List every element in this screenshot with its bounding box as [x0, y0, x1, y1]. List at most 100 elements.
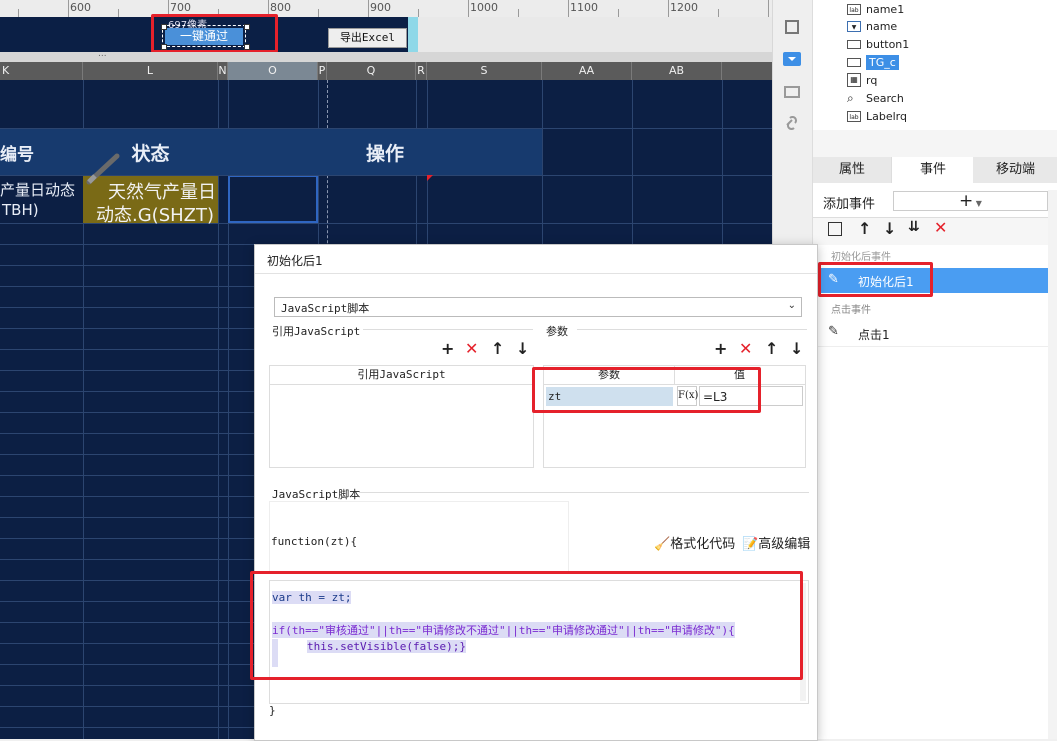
ref-js-table[interactable]: 引用JavaScript [269, 365, 534, 468]
column-header[interactable]: AA [542, 62, 632, 80]
ruler-label: 800 [270, 1, 291, 14]
ruler-label: 600 [70, 1, 91, 14]
section-after-init: 初始化后事件 [831, 252, 891, 263]
search-icon: ⌕ [847, 90, 854, 105]
ruler-label: 900 [370, 1, 391, 14]
format-code-button[interactable]: 🧹格式化代码 [654, 533, 735, 552]
param-col-value: 值 [674, 366, 805, 385]
param-name-cell[interactable]: zt [546, 387, 673, 406]
move-up-icon[interactable]: ↑ [765, 339, 778, 358]
script-type-select[interactable]: JavaScript脚本 ⌄ [274, 297, 802, 317]
row1-status-text-2: 动态.G(SHZT) [96, 205, 215, 226]
tree-item-button1[interactable]: button1 [847, 35, 909, 53]
js-script-label: JavaScript脚本 [272, 488, 361, 501]
tab-mobile[interactable]: 移动端 [973, 157, 1057, 183]
export-excel-button[interactable]: 导出Excel [328, 28, 407, 48]
copy-icon[interactable] [828, 222, 842, 236]
code-line-2: if(th=="审核通过"||th=="申请修改不通过"||th=="申请修改通… [272, 622, 735, 638]
add-ref-icon[interactable]: + [441, 339, 454, 358]
params-table[interactable]: 参数 值 zt F(x) =L3 [543, 365, 806, 468]
broom-icon: 🧹 [654, 537, 671, 552]
column-header[interactable]: O [228, 62, 318, 80]
tree-item-label: Labelrq [866, 109, 907, 123]
header-operation: 操作 [365, 143, 404, 165]
ruler-label: 1200 [670, 1, 698, 14]
column-header[interactable]: S [427, 62, 542, 80]
event-item-label: 初始化后1 [858, 275, 914, 289]
event-item-label: 点击1 [858, 328, 890, 342]
column-header[interactable]: AB [632, 62, 722, 80]
tree-item-rq[interactable]: ▦ rq [847, 71, 877, 89]
tree-item-tg-c[interactable]: TG_c [847, 53, 899, 71]
tree-item-label: name [866, 19, 898, 33]
splitter-bar[interactable] [0, 52, 772, 62]
tree-item-name[interactable]: ▼ name [847, 17, 897, 35]
move-down-icon[interactable]: ↓ [883, 219, 896, 238]
combo-icon: ▼ [847, 20, 861, 32]
horizontal-ruler: 600 700 800 900 1000 1100 1200 [0, 0, 772, 18]
tree-item-search[interactable]: ⌕ Search [847, 89, 904, 107]
column-header[interactable]: N [218, 62, 228, 80]
column-header[interactable]: Q [327, 62, 416, 80]
textbox-icon [847, 57, 861, 67]
header-id: 编号 [0, 145, 34, 165]
tree-item-label: rq [866, 73, 878, 87]
dialog-title: 初始化后1 [267, 254, 323, 268]
column-header[interactable]: P [318, 62, 327, 80]
dropdown-widget-icon[interactable] [783, 52, 801, 66]
column-header[interactable]: K [0, 62, 83, 80]
tree-item-label: name1 [866, 2, 905, 16]
add-param-icon[interactable]: + [714, 339, 727, 358]
right-properties-panel: lab name1 ▼ name button1 TG_c ▦ rq ⌕ Search … [812, 0, 1057, 739]
selected-cell[interactable] [228, 175, 318, 223]
move-down-icon[interactable]: ↓ [516, 339, 529, 358]
code-editor[interactable]: var th = zt; if(th=="审核通过"||th=="申请修改不通过… [269, 580, 809, 704]
tree-item-name1[interactable]: lab name1 [847, 0, 904, 18]
frame-icon[interactable] [785, 20, 799, 34]
column-header-bar: K L N O P Q R S AA AB [0, 62, 772, 80]
label-icon: lab [847, 110, 861, 122]
column-header[interactable]: R [416, 62, 427, 80]
move-bottom-icon[interactable]: ⇊ [908, 219, 920, 235]
edit-icon: ✎ [828, 324, 839, 339]
edit-icon: ✎ [828, 272, 839, 287]
one-click-pass-button[interactable]: 一键通过 [165, 28, 243, 45]
param-value-input[interactable]: =L3 [699, 386, 803, 406]
delete-ref-icon[interactable]: ✕ [465, 339, 478, 358]
row1-left-text-1: 产量日动态 [0, 181, 76, 199]
event-item-click[interactable]: ✎ 点击1 [813, 320, 1048, 347]
row1-left-text-2: TBH) [2, 201, 39, 219]
selection-edge-bar [408, 17, 418, 52]
link-icon[interactable] [784, 115, 800, 131]
code-line-3: this.setVisible(false);} [307, 640, 466, 653]
tree-item-label: TG_c [866, 54, 899, 70]
tab-events[interactable]: 事件 [891, 157, 975, 183]
delete-param-icon[interactable]: ✕ [739, 339, 752, 358]
event-item-after-init[interactable]: ✎ 初始化后1 [813, 268, 1048, 293]
function-signature: function(zt){ [271, 535, 358, 548]
ruler-label: 1000 [470, 1, 498, 14]
formula-button[interactable]: F(x) [677, 386, 698, 406]
advanced-edit-label: 高级编辑 [758, 537, 811, 552]
add-event-label: 添加事件 [823, 197, 876, 212]
move-up-icon[interactable]: ↑ [491, 339, 504, 358]
closing-brace: } [269, 704, 276, 717]
edit-box-icon: 📝 [742, 537, 759, 552]
tree-item-label: button1 [866, 37, 910, 51]
param-col-name: 参数 [544, 366, 675, 385]
splitter-handle[interactable]: ... [98, 49, 107, 59]
add-event-dropdown[interactable]: + ▼ [893, 191, 1048, 211]
script-type-value: JavaScript脚本 [281, 302, 370, 315]
advanced-edit-button[interactable]: 📝高级编辑 [742, 533, 810, 552]
code-line-1: var th = zt; [272, 591, 352, 604]
delete-icon[interactable]: ✕ [934, 218, 947, 237]
ref-js-label: 引用JavaScript [272, 325, 361, 338]
format-code-label: 格式化代码 [670, 537, 736, 552]
tab-properties[interactable]: 属性 [813, 157, 891, 183]
event-editor-dialog: 初始化后1 JavaScript脚本 ⌄ 引用JavaScript 参数 + ✕… [250, 244, 818, 741]
move-up-icon[interactable]: ↑ [858, 219, 871, 238]
layers-icon[interactable] [784, 86, 800, 98]
tree-item-labelrq[interactable]: lab Labelrq [847, 107, 907, 125]
move-down-icon[interactable]: ↓ [790, 339, 803, 358]
column-header[interactable]: L [83, 62, 218, 80]
